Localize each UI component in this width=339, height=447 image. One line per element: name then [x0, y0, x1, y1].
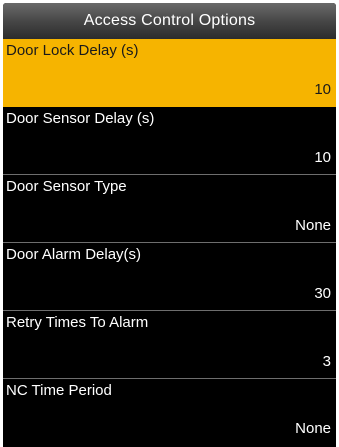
menu-item-value: 3	[322, 353, 331, 370]
menu-item-label: Door Lock Delay (s)	[6, 42, 139, 59]
menu-item-nc-time-period[interactable]: NC Time Period None	[3, 379, 336, 445]
page-title: Access Control Options	[3, 3, 336, 39]
menu-item-value: 30	[314, 285, 331, 302]
menu-item-door-lock-delay[interactable]: Door Lock Delay (s) 10	[3, 39, 336, 107]
menu-item-label: Door Alarm Delay(s)	[6, 246, 142, 263]
menu-item-door-sensor-type[interactable]: Door Sensor Type None	[3, 175, 336, 243]
menu-item-value: None	[295, 217, 331, 234]
menu-item-label: Door Sensor Type	[6, 178, 127, 195]
device-screen: Access Control Options Door Lock Delay (…	[3, 3, 336, 447]
menu-item-value: 10	[314, 149, 331, 166]
menu-item-label: NC Time Period	[6, 382, 112, 399]
menu-item-value: None	[295, 420, 331, 437]
menu-item-label: Door Sensor Delay (s)	[6, 110, 155, 127]
menu-item-retry-times-to-alarm[interactable]: Retry Times To Alarm 3	[3, 311, 336, 379]
menu-item-value: 10	[314, 81, 331, 98]
menu-item-door-sensor-delay[interactable]: Door Sensor Delay (s) 10	[3, 107, 336, 175]
menu-item-door-alarm-delay[interactable]: Door Alarm Delay(s) 30	[3, 243, 336, 311]
options-list: Door Lock Delay (s) 10 Door Sensor Delay…	[3, 39, 336, 445]
menu-item-label: Retry Times To Alarm	[6, 314, 149, 331]
